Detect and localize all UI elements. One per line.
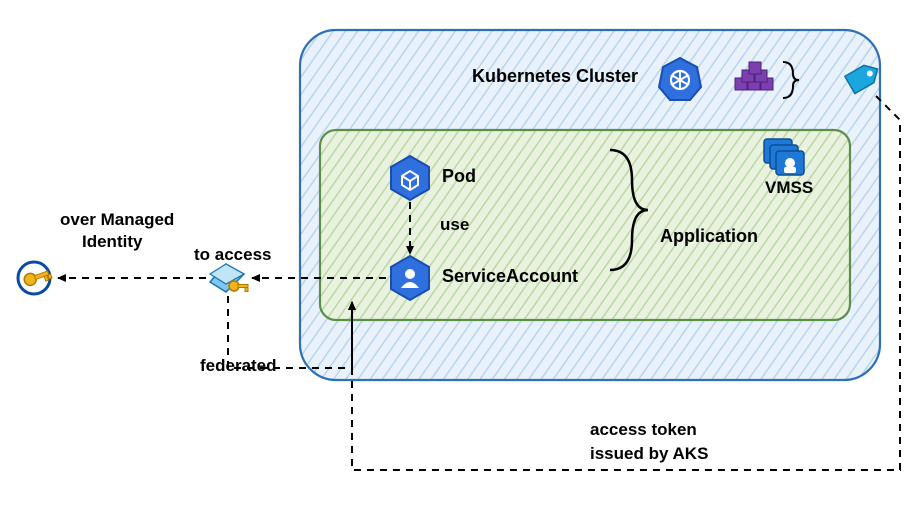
managed-identity-icon <box>18 262 52 294</box>
serviceaccount-label: ServiceAccount <box>442 266 578 287</box>
over-mi-line2: Identity <box>82 232 142 252</box>
edge-access-token <box>352 96 900 470</box>
serviceaccount-icon <box>391 256 429 300</box>
pod-label: Pod <box>442 166 476 187</box>
over-mi-line1: over Managed <box>60 210 174 230</box>
token-line2: issued by AKS <box>590 444 708 464</box>
tag-icon <box>845 60 883 93</box>
pod-icon <box>391 156 429 200</box>
brace-small <box>783 62 799 98</box>
to-access-label: to access <box>194 245 272 265</box>
kubernetes-icon <box>659 58 701 100</box>
vmss-icon <box>764 139 804 175</box>
cube-cluster-icon <box>735 62 773 90</box>
brace-application <box>610 150 648 270</box>
vmss-label: VMSS <box>765 178 813 198</box>
cluster-label: Kubernetes Cluster <box>472 66 638 87</box>
token-line1: access token <box>590 420 697 440</box>
application-label: Application <box>660 226 758 247</box>
application-boundary <box>320 130 850 320</box>
use-label: use <box>440 215 469 235</box>
federated-label: federated <box>200 356 277 376</box>
token-icon <box>210 264 248 292</box>
